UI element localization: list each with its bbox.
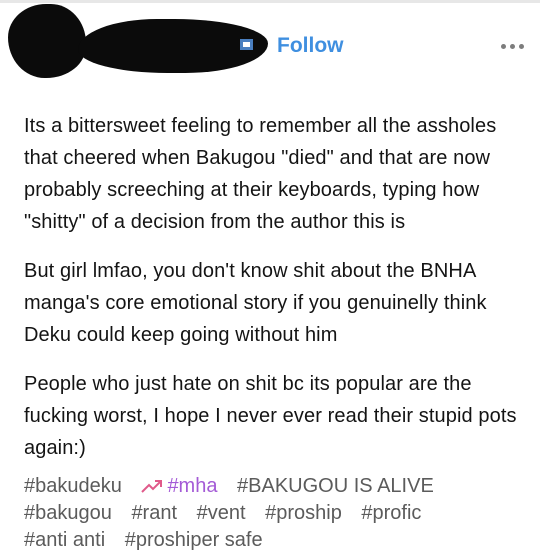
post-paragraph: But girl lmfao, you don't know shit abou… bbox=[24, 260, 487, 346]
tag[interactable]: #BAKUGOU IS ALIVE bbox=[237, 473, 434, 500]
tag[interactable]: #profic bbox=[361, 500, 421, 527]
tag-trending[interactable]: #mha bbox=[141, 473, 217, 500]
post-header: Follow bbox=[0, 0, 540, 84]
tag[interactable]: #anti anti bbox=[24, 527, 105, 554]
tag-row: #anti anti #proshiper safe bbox=[24, 527, 529, 554]
tag-trending-label: #mha bbox=[167, 475, 218, 497]
follow-button[interactable]: Follow bbox=[277, 34, 344, 58]
tag-row: #bakudeku #mha #BAKUGOU IS ALIVE bbox=[24, 473, 529, 500]
tag[interactable]: #proship bbox=[265, 500, 342, 527]
tag[interactable]: #vent bbox=[197, 500, 246, 527]
more-options-button[interactable] bbox=[498, 36, 528, 56]
more-dots-icon bbox=[501, 44, 506, 49]
tag[interactable]: #bakugou bbox=[24, 500, 112, 527]
redacted-avatar bbox=[8, 4, 86, 78]
more-dot bbox=[510, 44, 515, 49]
blog-icon bbox=[238, 36, 258, 52]
trending-arrow-icon bbox=[141, 480, 163, 493]
post-paragraph: Its a bittersweet feeling to remember al… bbox=[24, 115, 497, 233]
tag[interactable]: #rant bbox=[131, 500, 177, 527]
more-dot bbox=[519, 44, 524, 49]
tag-row: #bakugou #rant #vent #proship #profic bbox=[24, 500, 529, 527]
tag[interactable]: #bakudeku bbox=[24, 473, 122, 500]
tag-list: #bakudeku #mha #BAKUGOU IS ALIVE #bakugo… bbox=[24, 473, 529, 554]
post-paragraph: People who just hate on shit bc its popu… bbox=[24, 373, 517, 459]
post-body: Its a bittersweet feeling to remember al… bbox=[24, 110, 524, 481]
tag[interactable]: #proshiper safe bbox=[125, 527, 263, 554]
